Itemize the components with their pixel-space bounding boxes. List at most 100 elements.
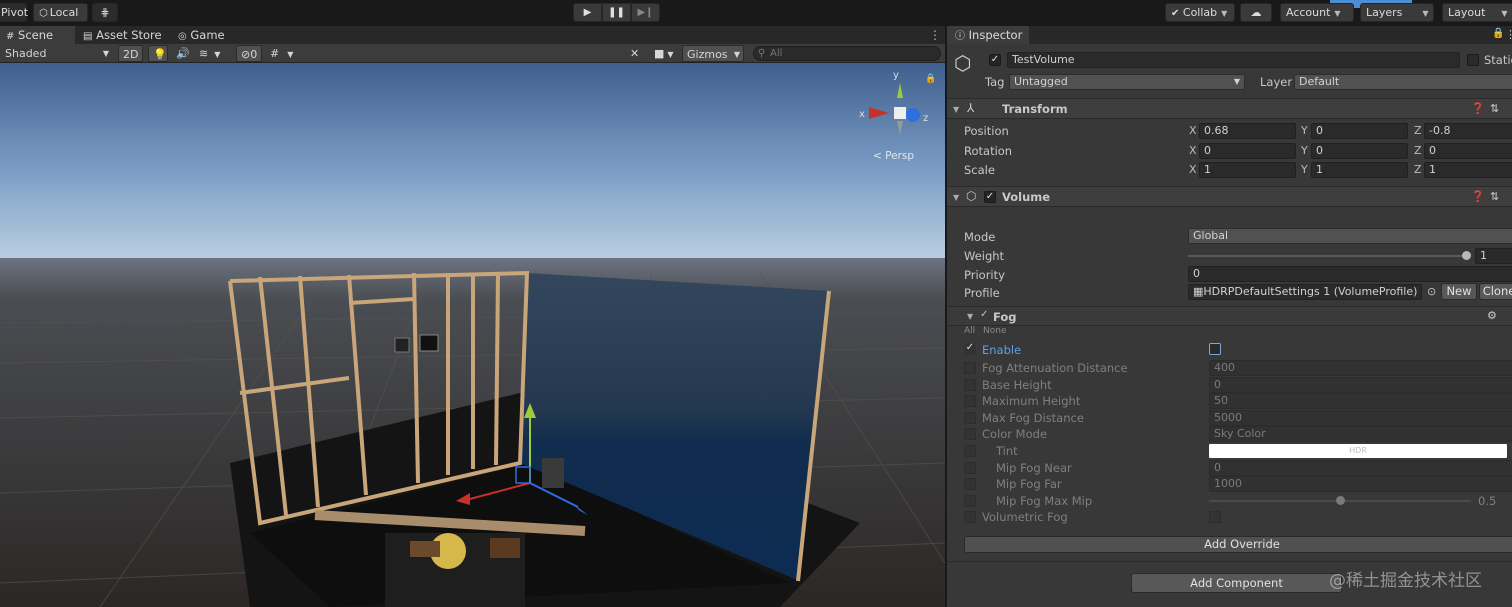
fog-property-row: Color Mode Sky Color [947,426,1512,443]
pause-button[interactable]: ❚❚ [602,3,631,22]
projection-label[interactable]: < Persp [873,150,914,162]
play-button[interactable]: ▶ [573,3,602,22]
volumetric-fog-checkbox[interactable] [1209,511,1221,524]
step-button[interactable]: ▶❙ [631,3,660,22]
override-all-link[interactable]: All [964,326,975,336]
override-checkbox[interactable] [964,428,976,441]
lighting-toggle[interactable]: 💡 [148,45,168,62]
object-name-field[interactable]: TestVolume [1007,52,1460,68]
settings-sliders-icon[interactable]: ⇅ [1490,102,1499,115]
override-checkbox[interactable] [964,461,976,474]
add-override-button[interactable]: Add Override [964,536,1512,553]
tab-game[interactable]: ◎ Game [172,26,242,44]
enable-checkbox[interactable] [1209,343,1221,355]
profile-object-field[interactable]: ▦HDRPDefaultSettings 1 (VolumeProfile) [1188,284,1422,300]
fog-property-value: 0 [1214,377,1221,391]
volume-enabled-checkbox[interactable]: ✓ [984,191,996,203]
mode-value: Global [1193,229,1229,242]
override-checkbox[interactable] [964,378,976,391]
tab-scene[interactable]: # Scene [0,26,75,44]
layout-dropdown[interactable]: Layout ▼ [1442,3,1512,22]
enable-override-checkbox[interactable]: ✓ [964,343,976,355]
gizmos-dropdown[interactable]: Gizmos ▼ [682,45,744,62]
scene-viewport[interactable]: y x z < Persp 🔒 [0,63,945,607]
override-checkbox[interactable] [964,395,976,408]
lock-icon[interactable]: 🔒 [925,73,936,84]
object-picker-icon[interactable]: ⊙ [1427,285,1436,298]
add-component-button[interactable]: Add Component [1131,573,1342,593]
fog-property-field[interactable]: 50 [1209,393,1512,410]
hidden-objects-toggle[interactable]: ⊘0 [236,45,263,62]
override-checkbox[interactable] [964,445,976,457]
chevron-down-icon: ▼ [102,49,109,58]
fog-header[interactable]: ▼ ✓ Fog ⚙ [947,306,1512,326]
override-checkbox[interactable] [964,494,976,507]
tag-dropdown[interactable]: Untagged ▼ [1009,74,1245,90]
tab-asset-store[interactable]: ▤ Asset Store [77,26,167,44]
static-checkbox[interactable] [1467,54,1479,66]
rotation-y-field[interactable]: 0 [1311,143,1408,159]
fog-property-field[interactable]: 0 [1209,459,1512,476]
clone-profile-button[interactable]: Clone [1479,283,1512,300]
grid-toggle[interactable]: # ▼ [270,45,293,62]
tint-color-swatch[interactable]: HDR [1209,444,1507,458]
effects-dropdown[interactable]: ≋ ▼ [199,45,220,62]
settings-sliders-icon[interactable]: ⇅ [1490,190,1499,203]
position-z-field[interactable]: -0.8 [1424,123,1512,139]
override-none-link[interactable]: None [983,326,1006,336]
fog-property-field[interactable]: Sky Color [1209,426,1512,443]
volume-header[interactable]: ▼ ⬡ ✓ Volume ❓ ⇅ [947,186,1512,207]
scene-search-input[interactable]: ⚲ All [753,46,941,61]
transform-header[interactable]: ▼ ⅄ Transform ❓ ⇅ [947,98,1512,119]
camera-dropdown[interactable]: ■ ▼ [654,45,674,62]
scale-x-field[interactable]: 1 [1199,162,1296,178]
lock-icon[interactable]: 🔒 [1492,28,1504,39]
weight-field[interactable]: 1 [1475,248,1512,264]
override-checkbox[interactable] [964,411,976,424]
local-toggle[interactable]: ⬡ Local [33,3,88,22]
tools-button[interactable]: ✕ [630,45,639,62]
scale-z-field[interactable]: 1 [1424,162,1512,178]
override-checkbox[interactable] [964,478,976,491]
position-x-field[interactable]: 0.68 [1199,123,1296,139]
fog-property-field[interactable]: 5000 [1209,409,1512,426]
2d-label: 2D [123,48,139,61]
position-y-field[interactable]: 0 [1311,123,1408,139]
check-icon[interactable]: ✓ [980,309,988,320]
account-dropdown[interactable]: Account ▼ [1280,3,1354,22]
shading-mode-dropdown[interactable]: Shaded ▼ [5,45,113,62]
scale-y-field[interactable]: 1 [1311,162,1408,178]
rotation-z-value: 0 [1429,144,1436,157]
grid-snap-button[interactable]: ⋕ [92,3,118,22]
tab-inspector[interactable]: ⓘ Inspector [947,26,1029,44]
fog-property-field[interactable]: 400 [1209,360,1512,376]
audio-toggle[interactable]: 🔊 [176,45,190,62]
kebab-menu-icon[interactable]: ⋮ [929,26,941,44]
mip-slider-handle[interactable] [1336,495,1345,505]
2d-toggle[interactable]: 2D [118,45,144,62]
new-profile-button[interactable]: New [1441,283,1477,300]
rotation-x-field[interactable]: 0 [1199,143,1296,159]
kebab-menu-icon[interactable]: ⋮ [1505,28,1512,41]
help-icon[interactable]: ❓ [1471,190,1485,203]
override-checkbox[interactable] [964,511,976,524]
fog-property-field[interactable]: 1000 [1209,476,1512,493]
mode-label: Mode [964,230,996,244]
help-icon[interactable]: ❓ [1471,102,1485,115]
rotation-z-field[interactable]: 0 [1424,143,1512,159]
gear-icon[interactable]: ⚙ [1487,309,1497,322]
weight-slider-handle[interactable] [1462,251,1471,260]
priority-field[interactable]: 0 [1188,266,1512,282]
cloud-button[interactable]: ☁ [1240,3,1272,22]
active-checkbox[interactable]: ✓ [989,54,1001,66]
layer-dropdown[interactable]: Default [1294,74,1512,90]
weight-slider-track[interactable] [1188,255,1468,257]
chevron-down-icon: ▼ [1501,9,1508,18]
layers-dropdown[interactable]: Layers ▼ [1360,3,1434,22]
pivot-toggle[interactable]: Pivot [0,3,28,22]
override-checkbox[interactable] [964,362,976,374]
mode-dropdown[interactable]: Global [1188,228,1512,244]
fog-property-field[interactable]: 0 [1209,376,1512,393]
collab-dropdown[interactable]: ✔ Collab ▼ [1165,3,1235,22]
chevron-down-icon: ▼ [1422,9,1429,18]
